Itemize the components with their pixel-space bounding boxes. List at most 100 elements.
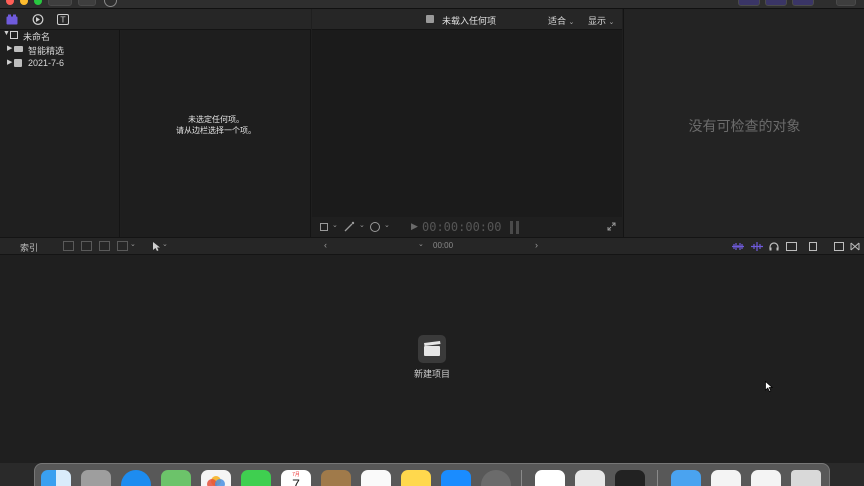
clapperboard-icon bbox=[424, 341, 441, 356]
import-media-button[interactable] bbox=[48, 0, 72, 6]
audio-meter-right bbox=[516, 221, 519, 234]
finder-icon[interactable] bbox=[41, 470, 71, 486]
viewer-controls: ⌄ ⌄ ⌄ ▶ 00:00:00:00 bbox=[312, 217, 622, 237]
fullscreen-icon[interactable] bbox=[607, 222, 616, 231]
browser-empty-line: 未选定任何项。 bbox=[188, 115, 244, 124]
libraries-icon[interactable] bbox=[6, 14, 18, 25]
close-window-button[interactable] bbox=[6, 0, 14, 5]
forward-arrow-icon[interactable]: › bbox=[535, 240, 538, 250]
viewer-title: 未载入任何项 bbox=[442, 16, 497, 26]
inspector-pane: 没有可检查的对象 bbox=[623, 9, 864, 237]
sidebar-item-event[interactable]: ▶ 2021-7-6 bbox=[0, 58, 120, 71]
viewer-canvas bbox=[312, 30, 622, 217]
calendar-icon[interactable]: 7月 7 bbox=[281, 470, 311, 486]
reminders-icon[interactable] bbox=[361, 470, 391, 486]
keywords-button[interactable] bbox=[78, 0, 96, 6]
launchpad-icon[interactable] bbox=[81, 470, 111, 486]
sidebar-item-label: 智能精选 bbox=[28, 46, 65, 56]
chevron-down-icon[interactable]: ⌄ bbox=[418, 240, 424, 248]
video-scopes-waveform-icon[interactable] bbox=[732, 242, 744, 251]
connect-clip-icon[interactable] bbox=[63, 241, 74, 251]
transform-icon[interactable] bbox=[320, 223, 328, 231]
sidebar-item-label: 2021-7-6 bbox=[28, 58, 65, 68]
timeline-toolbar: 索引 ⌄ ⌄ ‹ ⌄ 00:00 › bbox=[0, 237, 864, 255]
disclosure-closed-icon[interactable]: ▶ bbox=[7, 58, 12, 66]
headphones-icon[interactable] bbox=[769, 242, 779, 251]
dock-divider bbox=[521, 470, 522, 486]
browser-pane: 未选定任何项。 请从边栏选择一个项。 bbox=[121, 30, 311, 237]
back-arrow-icon[interactable]: ‹ bbox=[324, 240, 327, 250]
show-timeline-button[interactable] bbox=[765, 0, 787, 6]
library-row[interactable]: ▼ 未命名 bbox=[0, 30, 120, 43]
display-menu[interactable]: 显示 ⌄ bbox=[588, 14, 614, 27]
audio-skimming-icon[interactable] bbox=[751, 242, 763, 251]
browser-toolbar: T bbox=[0, 9, 311, 30]
disclosure-closed-icon[interactable]: ▶ bbox=[7, 44, 12, 52]
insert-clip-icon[interactable] bbox=[81, 241, 92, 251]
display-menu-label: 显示 bbox=[588, 16, 607, 26]
textedit-icon[interactable] bbox=[575, 470, 605, 486]
system-preferences-icon[interactable] bbox=[481, 470, 511, 486]
index-button[interactable]: 索引 bbox=[20, 241, 38, 254]
background-tasks-icon[interactable] bbox=[104, 0, 117, 7]
new-project-button[interactable] bbox=[418, 335, 446, 363]
zoom-window-button[interactable] bbox=[34, 0, 42, 5]
dock-divider bbox=[657, 470, 658, 486]
downloads-folder-icon[interactable] bbox=[671, 470, 701, 486]
clip-appearance-icon[interactable] bbox=[809, 242, 817, 251]
browser-empty-message: 未选定任何项。 请从边栏选择一个项。 bbox=[121, 114, 311, 136]
svg-text:T: T bbox=[60, 16, 66, 25]
photos-audio-icon[interactable] bbox=[32, 14, 44, 25]
fit-menu[interactable]: 适合 ⌄ bbox=[548, 14, 574, 27]
chevron-down-icon[interactable]: ⌄ bbox=[384, 221, 390, 229]
window-titlebar bbox=[0, 0, 864, 9]
minimize-window-button[interactable] bbox=[20, 0, 28, 5]
timeline-pane: 新建项目 bbox=[0, 255, 864, 463]
chevron-down-icon: ⌄ bbox=[568, 19, 575, 26]
contacts-icon[interactable] bbox=[321, 470, 351, 486]
baidu-netdisk-icon[interactable] bbox=[535, 470, 565, 486]
libraries-sidebar: ▼ 未命名 ▶ 智能精选 ▶ 2021-7-6 bbox=[0, 30, 120, 237]
document-stack-icon[interactable] bbox=[711, 470, 741, 486]
safari-icon[interactable] bbox=[121, 470, 151, 486]
audio-meter-left bbox=[510, 221, 513, 234]
photos-icon[interactable] bbox=[201, 470, 231, 486]
event-icon bbox=[14, 59, 22, 67]
share-button[interactable] bbox=[836, 0, 856, 6]
retime-speed-icon[interactable] bbox=[370, 222, 380, 232]
inspector-empty-message: 没有可检查的对象 bbox=[688, 118, 801, 134]
play-icon[interactable]: ▶ bbox=[411, 221, 418, 232]
show-browser-button[interactable] bbox=[738, 0, 760, 6]
chevron-down-icon[interactable]: ⌄ bbox=[332, 221, 338, 229]
notes-icon[interactable] bbox=[401, 470, 431, 486]
app-store-icon[interactable] bbox=[441, 470, 471, 486]
trash-icon[interactable] bbox=[791, 470, 821, 486]
facetime-icon[interactable] bbox=[241, 470, 271, 486]
document-stack-icon[interactable] bbox=[751, 470, 781, 486]
folder-icon bbox=[14, 46, 23, 52]
transitions-browser-icon[interactable] bbox=[850, 242, 860, 251]
maps-icon[interactable] bbox=[161, 470, 191, 486]
new-project-label: 新建项目 bbox=[413, 369, 450, 379]
clip-icon bbox=[426, 15, 434, 23]
solo-icon[interactable] bbox=[786, 242, 797, 251]
overwrite-clip-icon[interactable] bbox=[117, 241, 128, 251]
disclosure-open-icon[interactable]: ▼ bbox=[3, 30, 10, 37]
calendar-day: 7 bbox=[292, 476, 300, 486]
viewer-toolbar: 未载入任何项 适合 ⌄ 显示 ⌄ bbox=[312, 9, 622, 30]
mouse-cursor-icon bbox=[765, 380, 774, 392]
enhance-wand-icon[interactable] bbox=[344, 221, 355, 232]
final-cut-pro-icon[interactable] bbox=[615, 470, 645, 486]
viewer-timecode: 00:00:00:00 bbox=[422, 220, 502, 234]
select-tool-icon[interactable] bbox=[152, 241, 161, 252]
chevron-down-icon[interactable]: ⌄ bbox=[162, 240, 168, 248]
fit-menu-label: 适合 bbox=[548, 16, 567, 26]
chevron-down-icon[interactable]: ⌄ bbox=[130, 240, 136, 248]
sidebar-item-smart-collections[interactable]: ▶ 智能精选 bbox=[0, 44, 120, 57]
show-inspector-button[interactable] bbox=[792, 0, 814, 6]
chevron-down-icon[interactable]: ⌄ bbox=[359, 221, 365, 229]
effects-browser-icon[interactable] bbox=[834, 242, 844, 251]
chevron-down-icon: ⌄ bbox=[608, 19, 615, 26]
append-clip-icon[interactable] bbox=[99, 241, 110, 251]
titles-generators-icon[interactable]: T bbox=[57, 14, 69, 25]
